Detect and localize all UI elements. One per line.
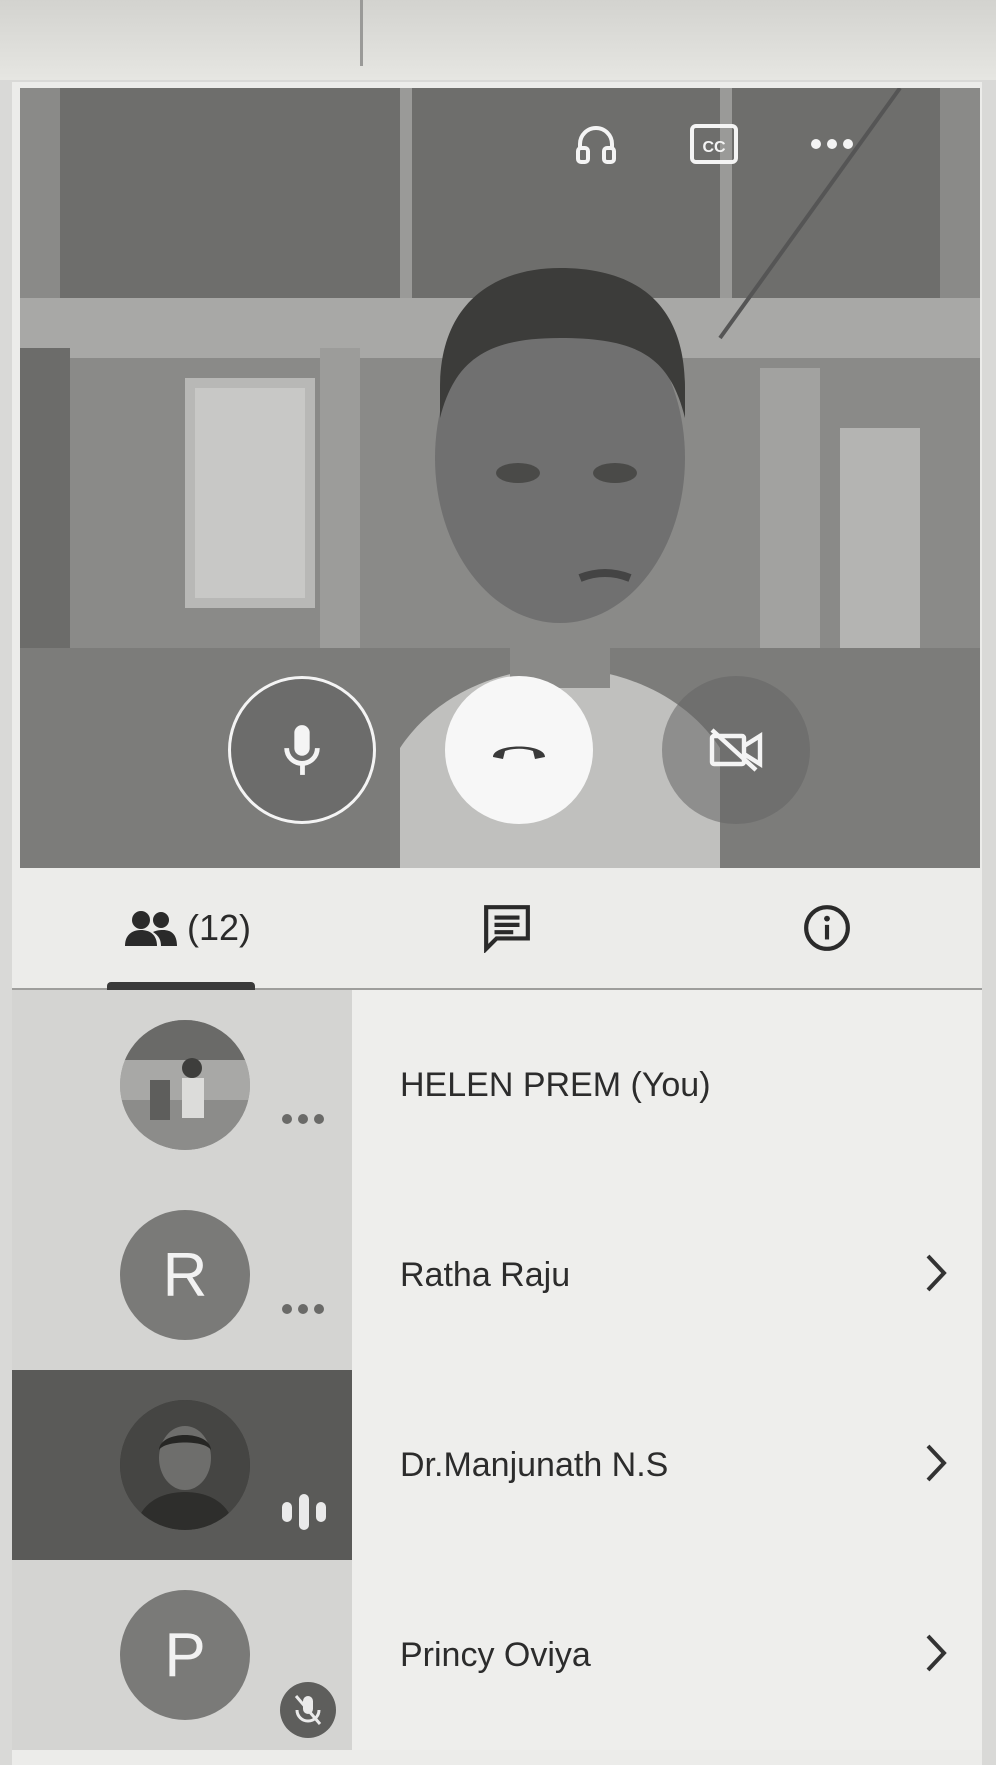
- tab-chat[interactable]: [467, 868, 547, 988]
- headphones-icon[interactable]: [568, 116, 624, 172]
- video-feed: CC: [20, 88, 980, 868]
- speaking-icon: [280, 1492, 328, 1537]
- participant-name: Princy Oviya: [400, 1635, 591, 1674]
- mute-button[interactable]: [228, 676, 376, 824]
- hang-up-button[interactable]: [445, 676, 593, 824]
- chat-icon: [484, 905, 530, 953]
- avatar: R: [120, 1210, 250, 1340]
- microphone-icon: [284, 725, 320, 775]
- svg-text:CC: CC: [702, 139, 726, 156]
- participant-name: Ratha Raju: [400, 1255, 571, 1294]
- avatar: P: [120, 1590, 250, 1720]
- participant-row[interactable]: R Ratha Raju: [12, 1180, 982, 1370]
- participants-list: HELEN PREM (You) R Ratha Raju Dr.Manjuna…: [12, 990, 982, 1750]
- chevron-right-icon[interactable]: [924, 1252, 948, 1294]
- participants-icon: [124, 911, 177, 946]
- video-off-icon: [709, 728, 763, 772]
- more-options-icon[interactable]: [280, 1112, 326, 1130]
- participants-count: (12): [186, 907, 252, 948]
- info-icon: [804, 905, 850, 951]
- participant-name: HELEN PREM (You): [400, 1065, 711, 1104]
- hang-up-icon: [493, 746, 545, 759]
- paper-background: [0, 0, 996, 80]
- chevron-right-icon[interactable]: [924, 1632, 948, 1674]
- paper-crease: [360, 0, 363, 66]
- participant-row[interactable]: P Princy Oviya: [12, 1560, 982, 1750]
- active-tab-indicator: [107, 982, 255, 990]
- tab-participants[interactable]: (12): [107, 868, 267, 988]
- participant-row[interactable]: HELEN PREM (You): [12, 990, 982, 1180]
- chevron-right-icon[interactable]: [924, 1442, 948, 1484]
- tab-bar: (12): [12, 868, 982, 990]
- participant-row[interactable]: Dr.Manjunath N.S: [12, 1370, 982, 1560]
- participant-name: Dr.Manjunath N.S: [400, 1445, 669, 1484]
- tab-info[interactable]: [787, 868, 867, 988]
- more-options-icon[interactable]: [804, 116, 860, 172]
- avatar: [120, 1400, 250, 1530]
- more-options-icon[interactable]: [280, 1302, 326, 1320]
- video-toggle-button[interactable]: [662, 676, 810, 824]
- meeting-app: CC (12) HELEN PREM (You) R Ratha Raju Dr…: [12, 82, 982, 1765]
- avatar: [120, 1020, 250, 1150]
- muted-mic-icon: [280, 1682, 336, 1743]
- closed-captions-icon[interactable]: CC: [686, 116, 742, 172]
